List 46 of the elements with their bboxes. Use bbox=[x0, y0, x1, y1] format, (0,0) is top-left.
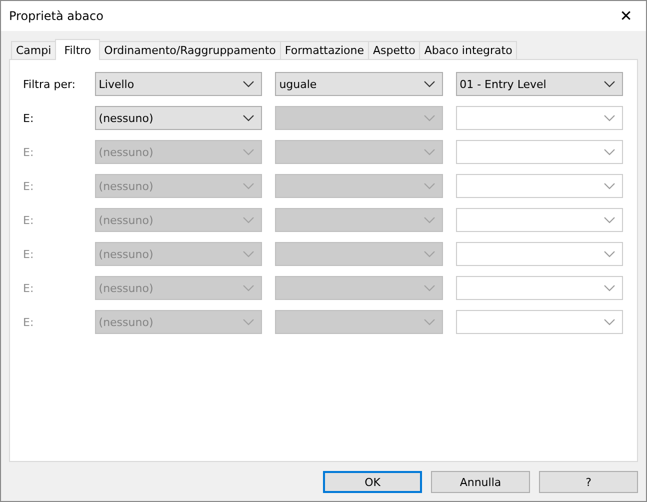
tab[interactable]: Ordinamento/Raggruppamento bbox=[99, 41, 281, 59]
chevron-down-icon bbox=[243, 216, 254, 224]
chevron-down-icon bbox=[243, 182, 254, 190]
chevron-down-icon bbox=[604, 182, 615, 190]
chevron-down-icon bbox=[424, 114, 435, 122]
dialog-button[interactable]: ? bbox=[539, 471, 638, 493]
dropdown[interactable]: (nessuno) bbox=[94, 106, 262, 130]
chevron-down-icon bbox=[424, 148, 435, 156]
filter-label: E: bbox=[23, 282, 35, 294]
chevron-down-icon bbox=[424, 182, 435, 190]
chevron-down-icon bbox=[243, 284, 254, 292]
tab[interactable]: Aspetto bbox=[368, 41, 420, 59]
chevron-down-icon bbox=[243, 114, 254, 122]
tab[interactable]: Abaco integrato bbox=[419, 41, 518, 59]
chevron-down-icon bbox=[243, 148, 254, 156]
filter-label: E: bbox=[23, 112, 35, 124]
chevron-down-icon bbox=[243, 250, 254, 258]
chevron-down-icon bbox=[243, 80, 254, 88]
chevron-down-icon bbox=[604, 114, 615, 122]
filter-label: E: bbox=[23, 316, 35, 328]
chevron-down-icon bbox=[424, 80, 435, 88]
close-button[interactable]: ✕ bbox=[606, 1, 646, 31]
filter-label: E: bbox=[23, 248, 35, 260]
dropdown[interactable]: uguale bbox=[275, 72, 443, 96]
chevron-down-icon bbox=[424, 284, 435, 292]
filter-label: E: bbox=[23, 180, 35, 192]
window-title: Proprietà abaco bbox=[9, 9, 104, 23]
chevron-down-icon bbox=[604, 80, 615, 88]
dialog-button[interactable]: OK bbox=[323, 471, 422, 493]
dropdown[interactable]: 01 - Entry Level bbox=[456, 72, 623, 96]
chevron-down-icon bbox=[604, 318, 615, 326]
chevron-down-icon bbox=[243, 318, 254, 326]
filter-label: E: bbox=[23, 214, 35, 226]
chevron-down-icon bbox=[604, 148, 615, 156]
filter-label: Filtra per: bbox=[23, 78, 76, 90]
dialog-button[interactable]: Annulla bbox=[431, 471, 530, 493]
chevron-down-icon bbox=[424, 318, 435, 326]
chevron-down-icon bbox=[604, 284, 615, 292]
chevron-down-icon bbox=[424, 250, 435, 258]
chevron-down-icon bbox=[604, 250, 615, 258]
chevron-down-icon bbox=[604, 216, 615, 224]
dropdown[interactable]: Livello bbox=[94, 72, 262, 96]
tab[interactable]: Filtro bbox=[55, 39, 100, 60]
tab[interactable]: Campi bbox=[11, 41, 56, 59]
filter-label: E: bbox=[23, 146, 35, 158]
chevron-down-icon bbox=[424, 216, 435, 224]
